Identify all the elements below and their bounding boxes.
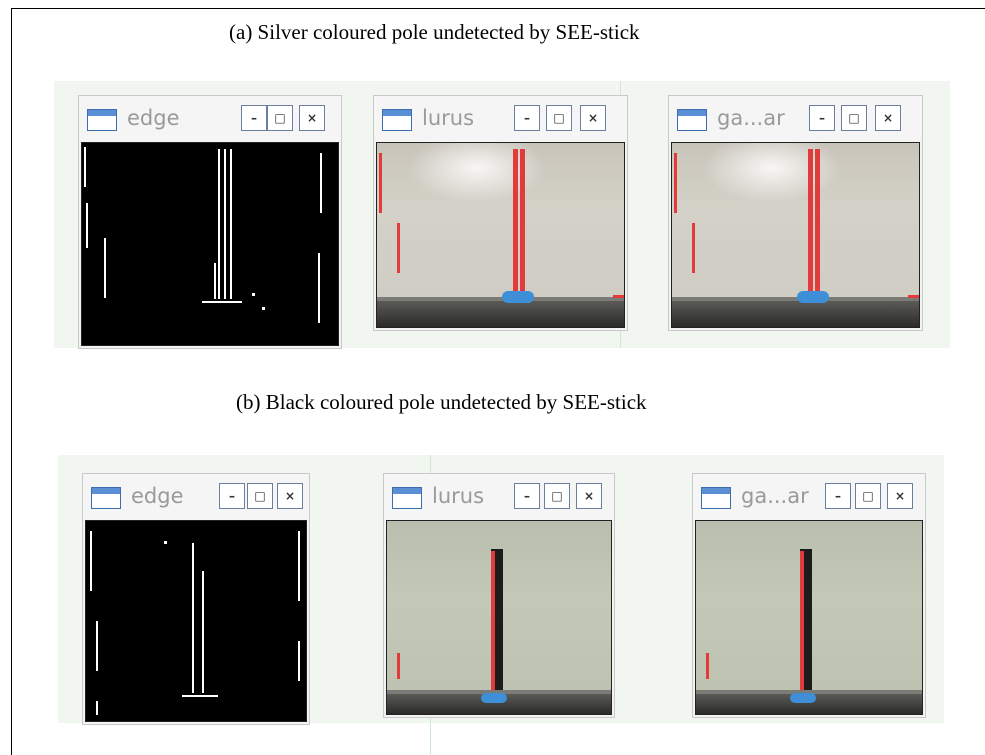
detection-line xyxy=(815,149,820,299)
gabungkan-window-a[interactable]: ga...ar – □ × xyxy=(668,95,923,331)
edge-window-a[interactable]: edge – □ × xyxy=(78,95,342,349)
window-titlebar[interactable]: edge – □ × xyxy=(83,474,309,520)
window-titlebar[interactable]: ga...ar – □ × xyxy=(693,474,925,520)
window-title: edge xyxy=(127,106,180,130)
lurus-camera-image xyxy=(386,520,612,715)
app-window-icon xyxy=(91,487,121,509)
detection-line xyxy=(692,223,695,273)
minimize-button[interactable]: – xyxy=(809,105,835,131)
window-title: ga...ar xyxy=(717,106,785,130)
ceiling-light xyxy=(407,143,547,203)
edge-window-b[interactable]: edge – □ × xyxy=(82,473,310,725)
app-window-icon xyxy=(677,109,707,131)
edge-stroke xyxy=(86,203,88,248)
edge-stroke xyxy=(262,307,265,310)
edge-stroke xyxy=(224,149,226,299)
edge-stroke xyxy=(182,695,218,697)
combined-camera-image xyxy=(695,520,923,715)
pole-base xyxy=(481,693,507,703)
caption-b: (b) Black coloured pole undetected by SE… xyxy=(236,390,647,414)
detection-line xyxy=(674,153,677,213)
detection-line xyxy=(908,295,919,298)
close-button[interactable]: × xyxy=(580,105,606,131)
app-window-icon xyxy=(701,487,731,509)
edge-stroke xyxy=(104,238,106,298)
combined-camera-image xyxy=(671,142,920,328)
edge-stroke xyxy=(164,541,167,544)
minimize-button[interactable]: – xyxy=(825,483,851,509)
edge-stroke xyxy=(214,263,216,299)
detection-line xyxy=(379,153,382,213)
caption-a: (a) Silver coloured pole undetected by S… xyxy=(229,20,640,44)
edge-stroke xyxy=(96,621,98,671)
detection-line xyxy=(491,551,495,699)
detection-line xyxy=(808,149,813,299)
edge-stroke xyxy=(218,149,220,299)
close-button[interactable]: × xyxy=(576,483,602,509)
detection-line xyxy=(513,149,518,299)
minimize-button[interactable]: – xyxy=(514,105,540,131)
window-title: lurus xyxy=(432,484,485,508)
pole-base xyxy=(790,693,816,703)
window-titlebar[interactable]: ga...ar – □ × xyxy=(669,96,922,142)
close-button[interactable]: × xyxy=(875,105,901,131)
app-window-icon xyxy=(392,487,422,509)
app-window-icon xyxy=(87,109,117,131)
detection-line xyxy=(397,653,400,679)
ceiling-light xyxy=(702,143,842,203)
minimize-button[interactable]: – xyxy=(241,105,267,131)
minimize-button[interactable]: – xyxy=(514,483,540,509)
maximize-button[interactable]: □ xyxy=(247,483,273,509)
edge-stroke xyxy=(252,293,255,296)
edge-image xyxy=(85,520,307,722)
lurus-window-b[interactable]: lurus – □ × xyxy=(383,473,615,718)
detection-line xyxy=(613,295,624,298)
pole-base xyxy=(502,291,534,303)
edge-stroke xyxy=(96,701,98,715)
edge-stroke xyxy=(298,531,300,601)
gabungkan-window-b[interactable]: ga...ar – □ × xyxy=(692,473,926,718)
window-title: edge xyxy=(131,484,184,508)
close-button[interactable]: × xyxy=(277,483,303,509)
detection-line xyxy=(800,551,804,699)
maximize-button[interactable]: □ xyxy=(841,105,867,131)
pole-base xyxy=(797,291,829,303)
window-titlebar[interactable]: edge – □ × xyxy=(79,96,341,142)
app-window-icon xyxy=(382,109,412,131)
floor xyxy=(672,301,919,327)
maximize-button[interactable]: □ xyxy=(855,483,881,509)
edge-stroke xyxy=(318,253,320,323)
edge-stroke xyxy=(84,147,86,187)
detection-line xyxy=(706,653,709,679)
edge-stroke xyxy=(202,301,242,303)
edge-stroke xyxy=(202,571,204,693)
detection-line xyxy=(520,149,525,299)
maximize-button[interactable]: □ xyxy=(544,483,570,509)
window-title: ga...ar xyxy=(741,484,809,508)
screenshot-panel-a: edge – □ × lurus – □ × ga...ar – □ × xyxy=(54,81,950,349)
close-button[interactable]: × xyxy=(887,483,913,509)
edge-stroke xyxy=(320,153,322,213)
close-button[interactable]: × xyxy=(299,105,325,131)
window-titlebar[interactable]: lurus – □ × xyxy=(374,96,627,142)
edge-stroke xyxy=(230,149,232,299)
edge-stroke xyxy=(90,531,92,591)
detection-line xyxy=(397,223,400,273)
minimize-button[interactable]: – xyxy=(219,483,245,509)
lurus-window-a[interactable]: lurus – □ × xyxy=(373,95,628,331)
screenshot-panel-b: edge – □ × lurus – □ × ga...ar – □ × xyxy=(58,455,944,755)
window-titlebar[interactable]: lurus – □ × xyxy=(384,474,614,520)
maximize-button[interactable]: □ xyxy=(267,105,293,131)
window-title: lurus xyxy=(422,106,475,130)
edge-stroke xyxy=(192,543,194,693)
edge-image xyxy=(81,142,339,346)
edge-stroke xyxy=(298,641,300,681)
lurus-camera-image xyxy=(376,142,625,328)
floor xyxy=(377,301,624,327)
maximize-button[interactable]: □ xyxy=(546,105,572,131)
